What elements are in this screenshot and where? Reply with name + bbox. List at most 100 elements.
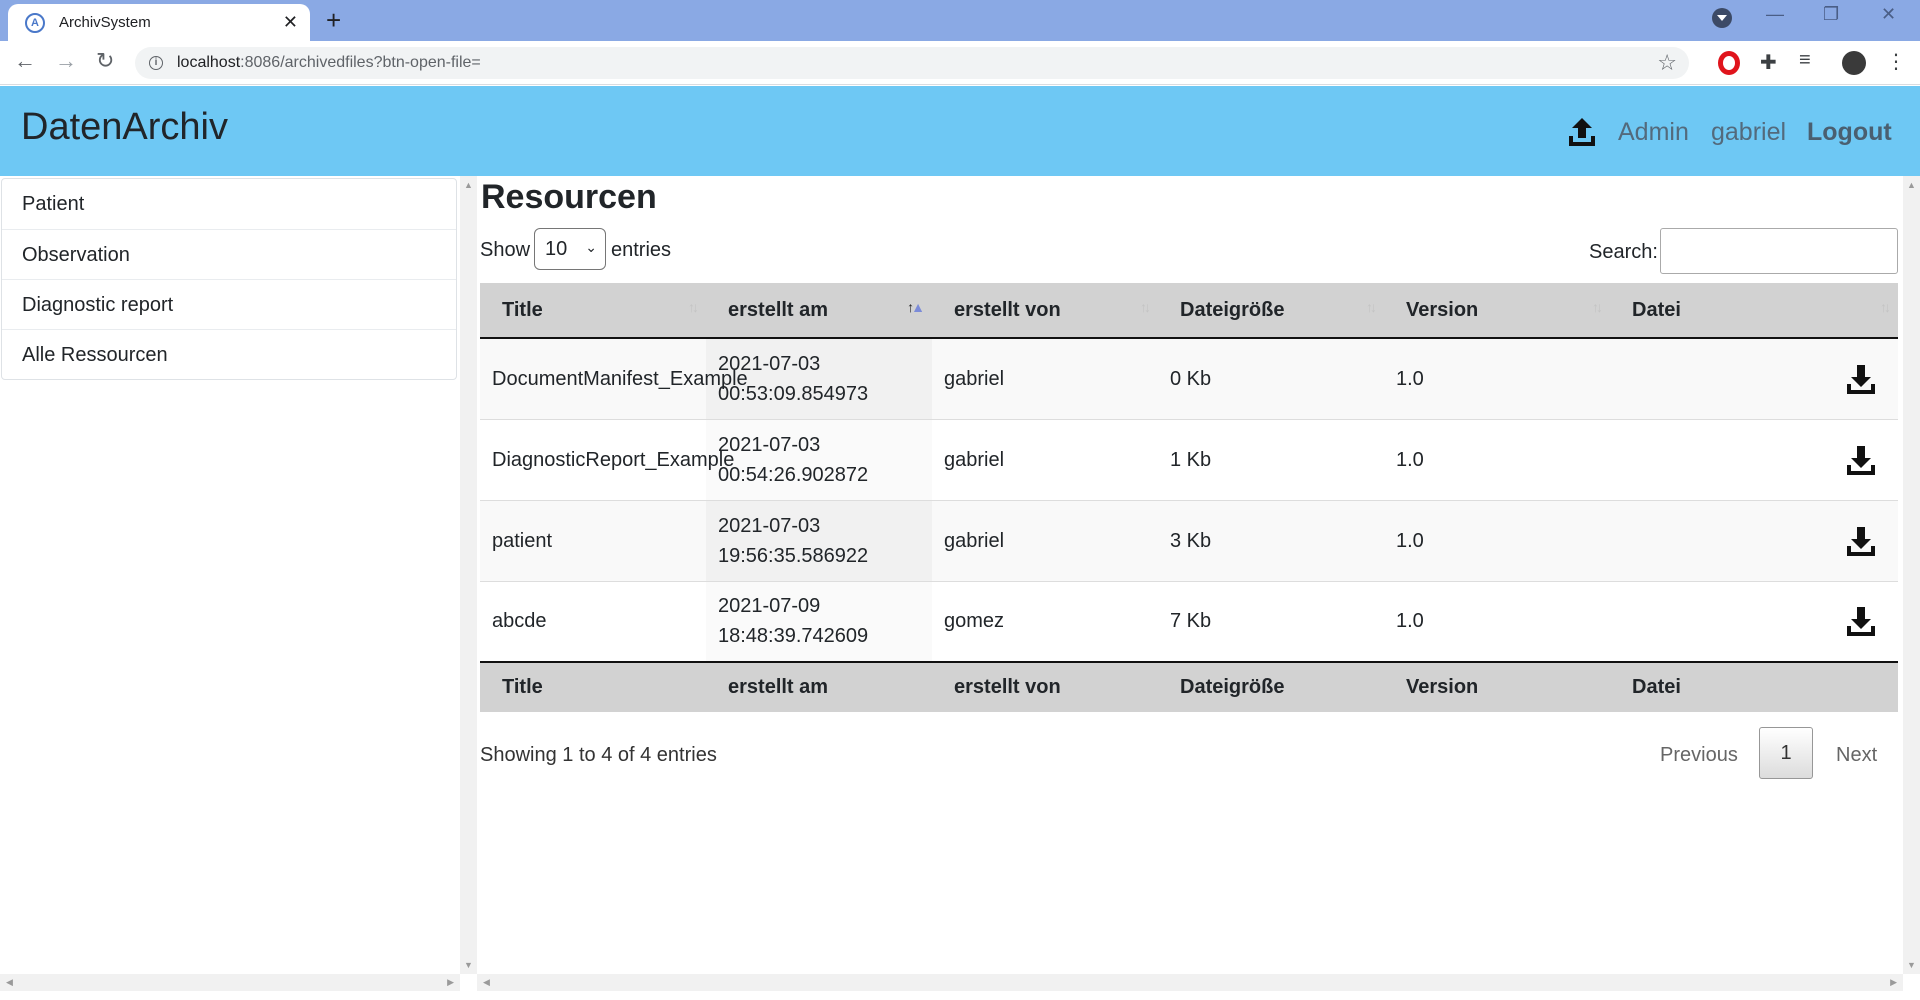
browser-menu-icon[interactable]: ⋮ xyxy=(1886,49,1906,74)
scroll-up-arrow-icon[interactable]: ▲ xyxy=(464,180,473,190)
sort-ascending-icon: ↑▲ xyxy=(907,299,925,315)
table-row: DiagnosticReport_Example 2021-07-03 00:54… xyxy=(480,418,1898,500)
scroll-down-arrow-icon[interactable]: ▼ xyxy=(464,960,473,970)
page-title: Resourcen xyxy=(481,178,657,216)
pagination-page-1[interactable]: 1 xyxy=(1759,727,1813,779)
back-icon[interactable]: ← xyxy=(14,49,36,73)
download-icon[interactable] xyxy=(1846,605,1876,637)
footer-header-dateigroesse: Dateigröße xyxy=(1158,661,1384,712)
cell-file xyxy=(1610,580,1898,662)
brand-title[interactable]: DatenArchiv xyxy=(21,106,228,149)
close-tab-icon[interactable]: ✕ xyxy=(283,12,298,32)
cell-version: 1.0 xyxy=(1384,418,1610,500)
pagination-next[interactable]: Next xyxy=(1836,744,1877,767)
cell-created-by: gabriel xyxy=(932,338,1158,419)
column-header-dateigroesse[interactable]: Dateigröße ↑↓ xyxy=(1158,283,1384,339)
cell-file xyxy=(1610,418,1898,500)
sidebar: Patient Observation Diagnostic report Al… xyxy=(0,176,460,990)
media-control-icon[interactable]: ≡ xyxy=(1799,49,1811,72)
cell-title: DiagnosticReport_Example xyxy=(480,418,734,500)
cell-file-size: 7 Kb xyxy=(1158,580,1384,662)
download-icon[interactable] xyxy=(1846,363,1876,395)
app-header: DatenArchiv Admin gabriel Logout xyxy=(0,86,1920,176)
table-row: DocumentManifest_Example 2021-07-03 00:53… xyxy=(480,338,1898,419)
search-input[interactable] xyxy=(1660,228,1898,274)
tab-search-icon[interactable] xyxy=(1712,8,1732,28)
scroll-down-arrow-icon[interactable]: ▼ xyxy=(1907,960,1916,970)
reload-icon[interactable]: ↻ xyxy=(96,49,114,73)
footer-header-datei: Datei xyxy=(1610,661,1898,712)
sidebar-item-alle-ressourcen[interactable]: Alle Ressourcen xyxy=(2,329,456,379)
bookmark-star-icon[interactable]: ☆ xyxy=(1657,50,1677,76)
scroll-up-arrow-icon[interactable]: ▲ xyxy=(1907,180,1916,190)
browser-tab-strip: A ArchivSystem ✕ + — ❐ ✕ xyxy=(0,0,1920,41)
sidebar-item-observation[interactable]: Observation xyxy=(2,229,456,279)
site-info-icon[interactable]: i xyxy=(149,56,163,70)
cell-created-by: gomez xyxy=(932,580,1158,662)
extensions-puzzle-icon[interactable]: ✚ xyxy=(1760,50,1777,75)
column-header-title[interactable]: Title ↑↓ xyxy=(480,283,706,339)
main-vertical-scrollbar[interactable]: ▲ ▼ xyxy=(1903,176,1920,974)
cell-created-by: gabriel xyxy=(932,499,1158,581)
cell-file xyxy=(1610,499,1898,581)
address-bar[interactable]: i localhost:8086/archivedfiles?btn-open-… xyxy=(135,47,1689,79)
chevron-down-icon: ⌄ xyxy=(585,239,597,255)
opera-extension-icon[interactable] xyxy=(1718,51,1740,75)
upload-icon[interactable] xyxy=(1568,116,1596,148)
window-bottom-edge xyxy=(0,991,1920,1000)
sort-icon: ↑↓ xyxy=(1880,299,1891,315)
forward-icon[interactable]: → xyxy=(55,49,77,73)
browser-tab[interactable]: A ArchivSystem ✕ xyxy=(8,4,310,41)
url-text[interactable]: localhost:8086/archivedfiles?btn-open-fi… xyxy=(177,54,481,72)
sidebar-item-diagnostic-report[interactable]: Diagnostic report xyxy=(2,279,456,329)
search-label: Search: xyxy=(1589,241,1658,263)
tab-title: ArchivSystem xyxy=(59,14,151,31)
cell-title: patient xyxy=(480,499,706,581)
sidebar-list: Patient Observation Diagnostic report Al… xyxy=(1,178,457,380)
table-row: patient 2021-07-03 19:56:35.586922 gabrie… xyxy=(480,499,1898,581)
new-tab-icon[interactable]: + xyxy=(326,5,341,35)
cell-created-by: gabriel xyxy=(932,418,1158,500)
table-row: abcde 2021-07-09 18:48:39.742609 gomez 7 … xyxy=(480,580,1898,662)
window-close-icon[interactable]: ✕ xyxy=(1881,4,1896,25)
column-header-version[interactable]: Version ↑↓ xyxy=(1384,283,1610,339)
entries-label: entries xyxy=(611,239,672,261)
sidebar-item-patient[interactable]: Patient xyxy=(2,179,456,229)
cell-file-size: 3 Kb xyxy=(1158,499,1384,581)
scroll-right-arrow-icon[interactable]: ▶ xyxy=(1890,977,1897,988)
column-header-erstellt-am[interactable]: erstellt am ↑▲ xyxy=(706,283,932,339)
pagination-previous[interactable]: Previous xyxy=(1660,744,1738,767)
cell-title: DocumentManifest_Example xyxy=(480,338,748,419)
sidebar-horizontal-scrollbar[interactable]: ◀ ▶ xyxy=(0,974,460,991)
nav-user-link[interactable]: gabriel xyxy=(1711,118,1786,147)
download-icon[interactable] xyxy=(1846,525,1876,557)
scroll-left-arrow-icon[interactable]: ◀ xyxy=(483,977,490,988)
cell-version: 1.0 xyxy=(1384,338,1610,419)
column-header-erstellt-von[interactable]: erstellt von ↑↓ xyxy=(932,283,1158,339)
page-length-value: 10 xyxy=(545,238,568,260)
minimize-icon[interactable]: — xyxy=(1766,4,1784,25)
sort-icon: ↑↓ xyxy=(1366,299,1377,315)
cell-version: 1.0 xyxy=(1384,499,1610,581)
footer-header-title: Title xyxy=(480,661,706,712)
page-length-select[interactable]: 10 ⌄ xyxy=(534,228,606,270)
scroll-right-arrow-icon[interactable]: ▶ xyxy=(447,977,454,988)
main-horizontal-scrollbar[interactable]: ◀ ▶ xyxy=(477,974,1903,991)
cell-created-at: 2021-07-03 00:54:26.902872 xyxy=(706,418,932,500)
sidebar-vertical-scrollbar[interactable]: ▲ ▼ xyxy=(460,176,477,974)
restore-icon[interactable]: ❐ xyxy=(1823,4,1839,25)
profile-avatar[interactable] xyxy=(1842,51,1866,75)
cell-file-size: 0 Kb xyxy=(1158,338,1384,419)
sort-icon: ↑↓ xyxy=(688,299,699,315)
main-content: Resourcen Show 10 ⌄ entries Search: Titl… xyxy=(477,176,1903,974)
cell-created-at: 2021-07-03 00:53:09.854973 xyxy=(706,338,932,419)
show-label: Show xyxy=(480,239,531,261)
column-header-datei[interactable]: Datei ↑↓ xyxy=(1610,283,1898,339)
nav-admin-link[interactable]: Admin xyxy=(1618,118,1689,147)
table-info: Showing 1 to 4 of 4 entries xyxy=(480,744,717,766)
cell-file-size: 1 Kb xyxy=(1158,418,1384,500)
logout-link[interactable]: Logout xyxy=(1807,118,1892,147)
download-icon[interactable] xyxy=(1846,444,1876,476)
scroll-left-arrow-icon[interactable]: ◀ xyxy=(6,977,13,988)
browser-toolbar: ← → ↻ i localhost:8086/archivedfiles?btn… xyxy=(0,41,1920,85)
